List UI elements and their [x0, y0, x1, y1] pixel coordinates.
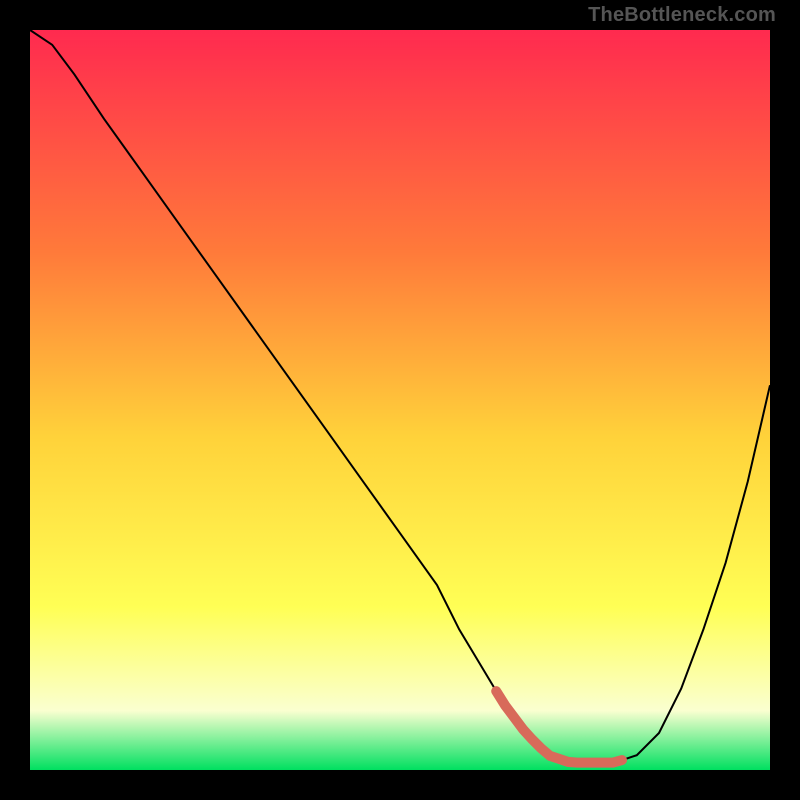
chart-container: TheBottleneck.com [0, 0, 800, 800]
attribution-label: TheBottleneck.com [588, 4, 776, 27]
plot-area [30, 30, 770, 770]
chart-svg [30, 30, 770, 770]
gradient-background [30, 30, 770, 770]
